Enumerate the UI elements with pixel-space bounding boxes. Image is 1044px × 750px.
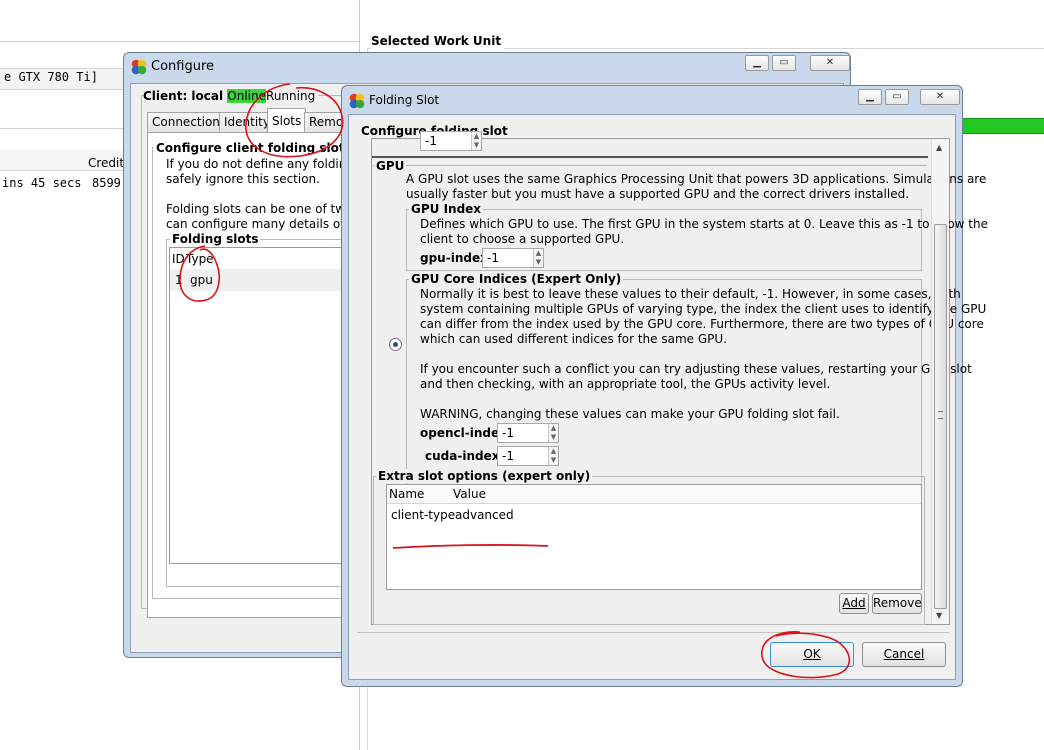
annotation-layer: [179, 83, 851, 679]
slots-tab-circle: [245, 83, 344, 158]
ok-button-circle: [761, 631, 851, 679]
gpu-row-circle: [179, 245, 220, 302]
advanced-underline: [392, 544, 549, 549]
